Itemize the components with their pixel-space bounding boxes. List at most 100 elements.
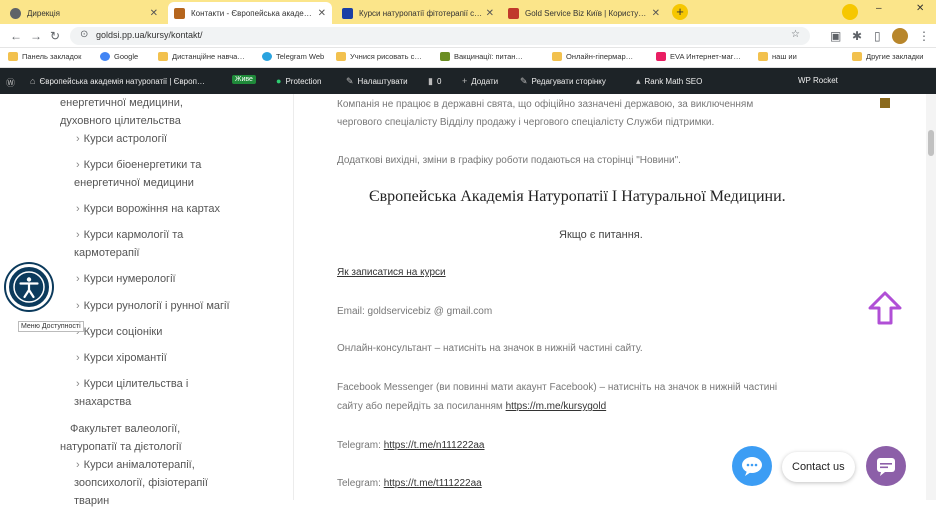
sidebar-item[interactable]: › Курси кармології та bbox=[76, 226, 183, 244]
flag-icon bbox=[880, 98, 890, 108]
wp-live-badge: Живе bbox=[232, 75, 256, 84]
chevron-right-icon: › bbox=[76, 300, 80, 312]
wordpress-icon bbox=[10, 7, 21, 19]
address-url[interactable]: goldsi.pp.ua/kursy/kontakt/ bbox=[96, 30, 203, 40]
tab-dyrektsiia[interactable]: Дирекція ✕ bbox=[4, 2, 164, 24]
pencil-icon: ✎ bbox=[520, 76, 528, 86]
extensions-icon[interactable]: ▣ bbox=[830, 29, 841, 43]
bookmark-label: Telegram Web bbox=[276, 52, 325, 61]
tab-kursy-naturopatii[interactable]: Курси натуропатії фітотерапії с… ✕ bbox=[336, 2, 500, 24]
sidebar-item[interactable]: тварин bbox=[74, 492, 109, 510]
sidebar-item[interactable]: духовного цілительства bbox=[60, 112, 181, 130]
wp-comments[interactable]: ▮ 0 bbox=[428, 76, 441, 87]
bookmark-item[interactable]: Google bbox=[100, 52, 138, 61]
back-icon[interactable]: ← bbox=[10, 29, 22, 43]
wp-rocket[interactable]: WP Rocket bbox=[798, 76, 838, 85]
bookmark-item[interactable]: Дистанційне навча… bbox=[158, 52, 245, 61]
close-window-icon[interactable]: ✕ bbox=[916, 3, 924, 14]
sidebar-item-label: Курси біоенергетики та bbox=[83, 159, 202, 171]
bookmark-label: Учнися рисовать с… bbox=[350, 52, 422, 61]
brush-icon: ✎ bbox=[346, 76, 354, 86]
enroll-link[interactable]: Як записатися на курси bbox=[337, 264, 446, 282]
sidebar-item[interactable]: › Курси нумерології bbox=[76, 270, 176, 288]
sidebar-item-label: Курси нумерології bbox=[83, 273, 176, 285]
scroll-to-top-button[interactable] bbox=[866, 290, 904, 333]
bookmark-item[interactable]: Учнися рисовать с… bbox=[336, 52, 422, 61]
paragraph-holidays-line2: чергового спеціалісту Відділу продажу і … bbox=[337, 117, 715, 128]
bookmark-star-icon[interactable]: ☆ bbox=[791, 29, 800, 40]
close-icon[interactable]: ✕ bbox=[652, 8, 660, 19]
bookmark-item[interactable]: Онлайн-гіпермар… bbox=[552, 52, 633, 61]
site-favicon-icon bbox=[174, 7, 185, 19]
wp-rank-math[interactable]: ▴ Rank Math SEO bbox=[636, 76, 702, 87]
sidebar-item[interactable]: › Курси хіромантії bbox=[76, 349, 167, 367]
reload-icon[interactable]: ↻ bbox=[50, 29, 60, 43]
sidebar-item[interactable]: › Курси анімалотерапії, bbox=[76, 456, 195, 474]
arrow-up-icon bbox=[868, 291, 902, 325]
folder-icon bbox=[158, 52, 168, 61]
tab-search-icon[interactable] bbox=[842, 4, 858, 20]
sidebar-item[interactable]: › Курси астрології bbox=[76, 130, 167, 148]
menu-icon[interactable]: ⋮ bbox=[918, 29, 930, 43]
chat-icon bbox=[877, 458, 895, 476]
telegram-link[interactable]: https://t.me/t111222aa bbox=[384, 478, 482, 489]
chat-open-button[interactable] bbox=[732, 446, 772, 486]
sidebar-item[interactable]: кармотерапії bbox=[74, 244, 139, 262]
sidebar-item[interactable]: › Курси рунології і рунної магії bbox=[76, 297, 230, 315]
bookmark-item[interactable]: Другие закладки bbox=[852, 52, 923, 61]
address-bar[interactable]: ⊙ goldsi.pp.ua/kursy/kontakt/ ☆ bbox=[70, 27, 810, 45]
page-scrollbar[interactable] bbox=[926, 94, 936, 500]
sidebar-item[interactable]: › Курси біоенергетики та bbox=[76, 156, 201, 174]
messenger-line2: сайту або перейдіть за посиланням https:… bbox=[337, 398, 606, 416]
tab-kontakty[interactable]: Контакти - Європейська акаде… ✕ bbox=[168, 2, 332, 24]
wp-add-new[interactable]: + Додати bbox=[462, 76, 498, 86]
page-subheading: Якщо є питання. bbox=[559, 229, 643, 241]
messenger-button[interactable] bbox=[866, 446, 906, 486]
tab-gold-service[interactable]: Gold Service Biz Київ | Користу… ✕ bbox=[502, 2, 666, 24]
sidebar-item[interactable]: знахарства bbox=[74, 393, 131, 411]
puzzle-icon[interactable]: ✱ bbox=[852, 29, 862, 43]
sidebar-item[interactable]: енергетичної медицини, bbox=[60, 94, 183, 112]
bookmark-item[interactable]: наш ии bbox=[758, 52, 797, 61]
bookmark-item[interactable]: EVA Интернет-маг… bbox=[656, 52, 741, 61]
sidepanel-icon[interactable]: ▯ bbox=[874, 29, 881, 43]
wp-protection[interactable]: ● Protection bbox=[276, 76, 321, 86]
telegram-link[interactable]: https://t.me/n111222aa bbox=[384, 440, 485, 451]
chart-icon: ▴ bbox=[636, 76, 641, 86]
bookmark-item[interactable]: Панель закладок bbox=[8, 52, 81, 61]
minimize-icon[interactable]: – bbox=[876, 3, 882, 14]
close-icon[interactable]: ✕ bbox=[150, 8, 158, 19]
sidebar-item[interactable]: › Курси соціоніки bbox=[76, 323, 162, 341]
wp-site-name[interactable]: ⌂ Європейська академія натуропатії | Євро… bbox=[30, 76, 205, 86]
accessibility-button[interactable] bbox=[6, 264, 52, 310]
wp-edit-page[interactable]: ✎ Редагувати сторінку bbox=[520, 76, 606, 87]
wp-customize[interactable]: ✎ Налаштувати bbox=[346, 76, 408, 87]
bookmark-item[interactable]: Telegram Web bbox=[262, 52, 324, 61]
chevron-right-icon: › bbox=[76, 459, 80, 471]
new-tab-button[interactable]: + bbox=[672, 4, 688, 20]
sidebar-item[interactable]: зоопсихології, фізіотерапії bbox=[74, 474, 208, 492]
chevron-right-icon: › bbox=[76, 273, 80, 285]
sidebar-item[interactable]: › Курси ворожіння на картах bbox=[76, 200, 220, 218]
paragraph-holidays-line1: Компанія не працює в державні свята, що … bbox=[337, 99, 754, 110]
bookmarks-bar: Панель закладок Google Дистанційне навча… bbox=[0, 48, 936, 68]
close-icon[interactable]: ✕ bbox=[486, 8, 494, 19]
sidebar-item[interactable]: енергетичної медицини bbox=[74, 174, 194, 192]
chevron-right-icon: › bbox=[76, 229, 80, 241]
sidebar-item[interactable]: натуропатії та дієтології bbox=[60, 438, 182, 456]
wp-logo-icon[interactable]: Ⓦ bbox=[6, 76, 19, 89]
forward-icon[interactable]: → bbox=[30, 29, 42, 43]
contact-us-label[interactable]: Contact us bbox=[782, 452, 855, 482]
sidebar-item-label: натуропатії та дієтології bbox=[60, 441, 182, 453]
sidebar-item[interactable]: › Курси цілительства і bbox=[76, 375, 188, 393]
tab-title: Курси натуропатії фітотерапії с… bbox=[359, 8, 483, 18]
browser-toolbar: ← → ↻ ⊙ goldsi.pp.ua/kursy/kontakt/ ☆ ▣ … bbox=[0, 24, 936, 48]
close-icon[interactable]: ✕ bbox=[318, 8, 326, 19]
enroll-link-text[interactable]: Як записатися на курси bbox=[337, 267, 446, 278]
scrollbar-thumb[interactable] bbox=[928, 130, 934, 156]
bookmark-item[interactable]: Вакцинації: питан… bbox=[440, 52, 523, 61]
sidebar-item-label: Курси хіромантії bbox=[83, 352, 167, 364]
sidebar-item[interactable]: Факультет валеології, bbox=[70, 420, 180, 438]
messenger-link[interactable]: https://m.me/kursygold bbox=[506, 401, 607, 412]
profile-avatar[interactable] bbox=[892, 28, 908, 44]
